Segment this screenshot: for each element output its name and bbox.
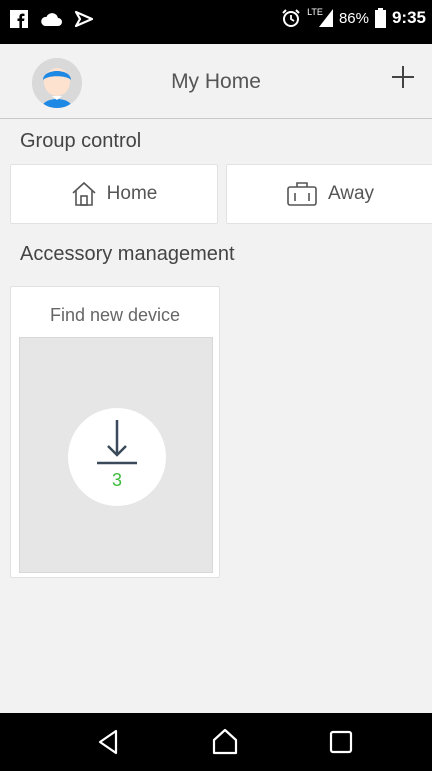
battery-icon (374, 8, 386, 28)
cloud-icon (41, 13, 62, 26)
plus-icon[interactable] (388, 62, 418, 92)
clock: 9:35 (391, 8, 426, 27)
status-bar-right: LTE 86% 9:35 (281, 6, 426, 28)
app-header: My Home (0, 44, 432, 119)
find-new-device-label: Find new device (49, 305, 181, 325)
home-group-button[interactable]: Home (10, 164, 218, 224)
network-type: LTE (307, 6, 323, 17)
recents-icon[interactable] (326, 727, 356, 757)
home-icon (72, 181, 96, 206)
navigation-bar (0, 713, 432, 771)
find-new-device-card[interactable]: Find new device 3 (10, 286, 220, 578)
group-control-title: Group control (20, 130, 142, 152)
page-title: My Home (171, 70, 261, 93)
battery-percent: 86% (338, 9, 369, 27)
tasker-icon (74, 10, 94, 28)
found-device-count: 3 (111, 470, 122, 490)
accessory-management-title: Accessory management (20, 243, 235, 265)
find-device-area[interactable]: 3 (19, 337, 213, 573)
alarm-icon (282, 9, 300, 27)
status-bar: LTE 86% 9:35 (0, 0, 432, 44)
download-icon (97, 420, 137, 465)
facebook-icon (10, 10, 28, 28)
home-group-label: Home (106, 183, 158, 204)
status-bar-left (10, 10, 94, 28)
find-device-button[interactable]: 3 (68, 408, 166, 506)
back-icon[interactable] (94, 727, 124, 757)
suitcase-icon (287, 182, 317, 206)
away-group-label: Away (327, 183, 375, 204)
away-group-button[interactable]: Away (226, 164, 432, 224)
home-nav-icon[interactable] (210, 727, 240, 757)
